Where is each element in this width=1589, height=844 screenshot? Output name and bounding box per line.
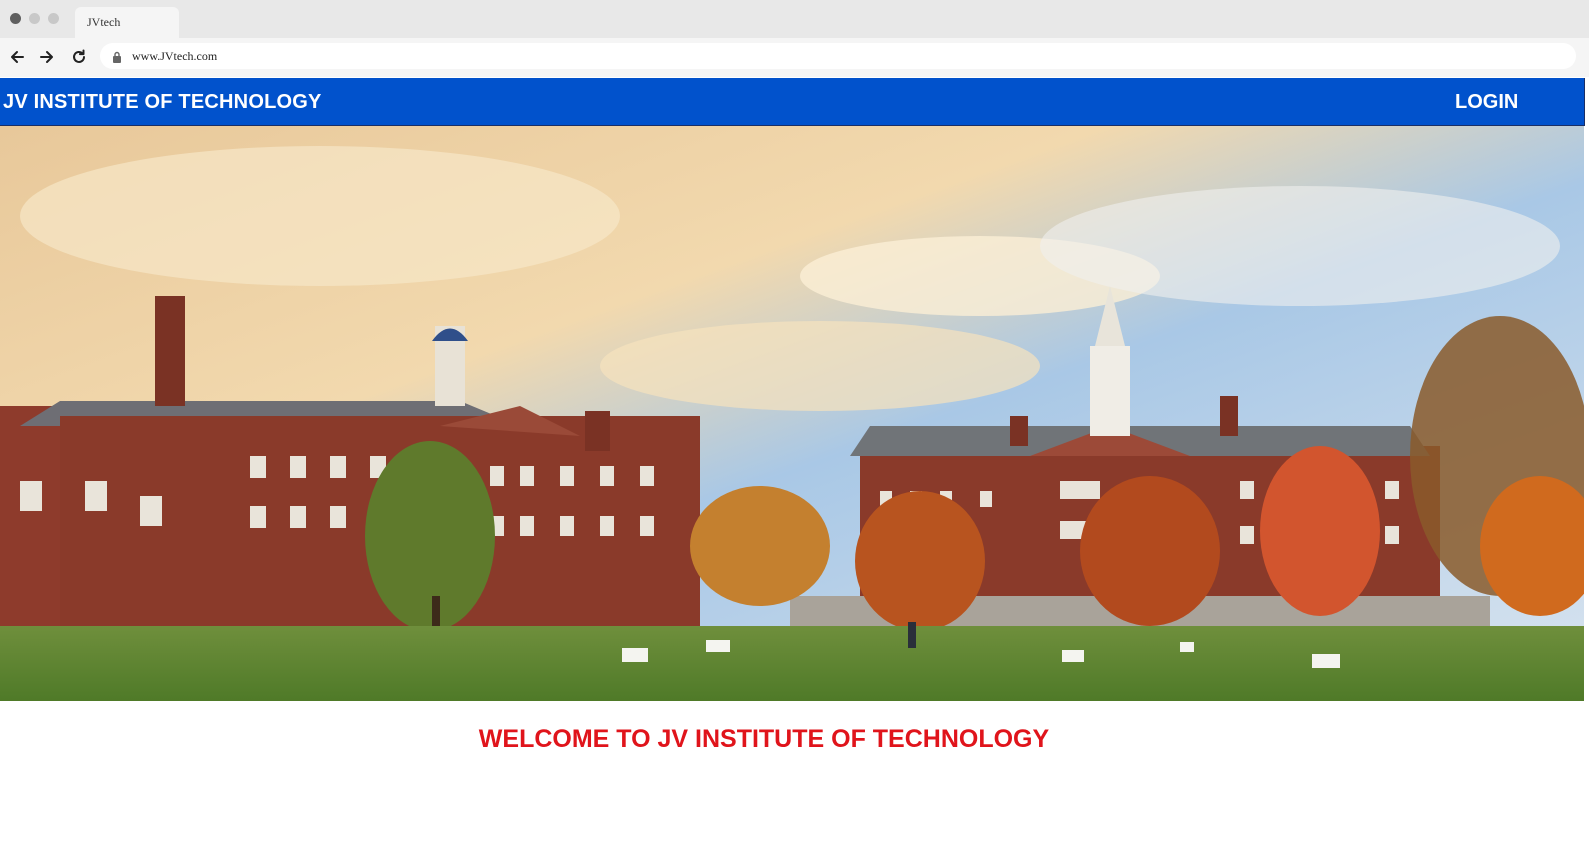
browser-toolbar: www.JVtech.com bbox=[0, 38, 1589, 77]
login-link[interactable]: LOGIN bbox=[1455, 91, 1518, 114]
welcome-heading: WELCOME TO JV INSTITUTE OF TECHNOLOGY bbox=[478, 725, 1050, 753]
site-navbar: JV INSTITUTE OF TECHNOLOGY LOGIN bbox=[0, 78, 1585, 126]
minimize-window-dot[interactable] bbox=[29, 13, 40, 24]
close-window-dot[interactable] bbox=[10, 13, 21, 24]
browser-tab[interactable]: JVtech bbox=[75, 7, 179, 38]
tab-title: JVtech bbox=[87, 15, 121, 29]
site-brand-title[interactable]: JV INSTITUTE OF TECHNOLOGY bbox=[3, 91, 322, 114]
reload-icon[interactable] bbox=[69, 47, 89, 67]
campus-hero-image bbox=[0, 126, 1584, 701]
browser-tab-strip: JVtech bbox=[0, 0, 1589, 38]
maximize-window-dot[interactable] bbox=[48, 13, 59, 24]
forward-arrow-icon[interactable] bbox=[37, 47, 57, 67]
url-text[interactable]: www.JVtech.com bbox=[132, 49, 217, 64]
back-arrow-icon[interactable] bbox=[7, 47, 27, 67]
lock-icon bbox=[112, 50, 122, 68]
address-bar[interactable]: www.JVtech.com bbox=[100, 43, 1576, 69]
